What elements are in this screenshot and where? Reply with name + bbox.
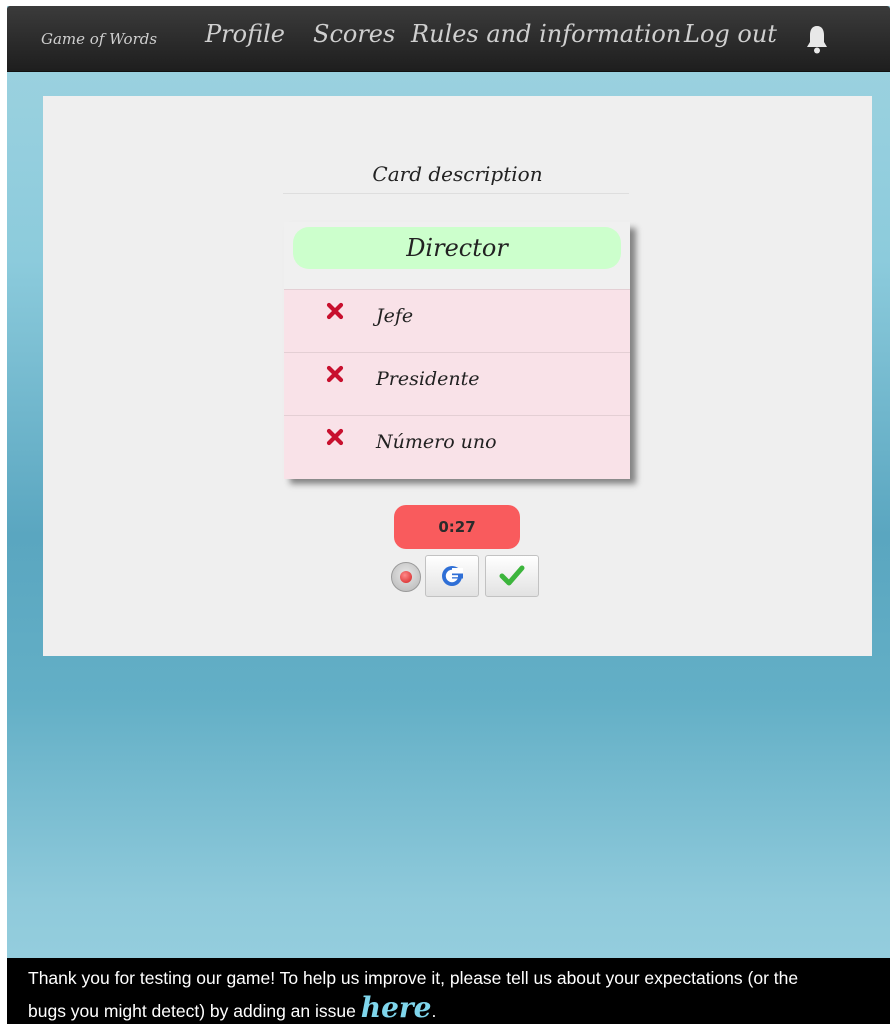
feedback-footer: Thank you for testing our game! To help … <box>7 958 890 1024</box>
issue-link[interactable]: here <box>361 991 432 1024</box>
forbidden-word-row: Jefe <box>284 289 630 352</box>
footer-message: Thank you for testing our game! To help … <box>28 964 818 1026</box>
cross-icon <box>326 428 344 446</box>
target-word: Director <box>293 227 621 269</box>
bell-icon[interactable] <box>805 24 829 54</box>
nav-rules-and-information[interactable]: Rules and information <box>411 20 681 48</box>
record-button[interactable] <box>391 562 421 592</box>
word-card: Director Jefe Presidente Número uno <box>284 222 630 479</box>
record-icon <box>400 571 412 583</box>
refresh-icon <box>442 566 463 586</box>
card-description-heading: Card description <box>372 162 543 186</box>
confirm-button[interactable] <box>485 555 539 597</box>
footer-period: . <box>431 1001 437 1021</box>
brand-link[interactable]: Game of Words <box>41 30 157 48</box>
reset-button[interactable] <box>425 555 479 597</box>
page-background: Game of Words Profile Scores Rules and i… <box>7 6 890 1024</box>
game-panel: Card description Director Jefe President… <box>43 96 872 656</box>
forbidden-word: Jefe <box>376 305 414 327</box>
forbidden-word: Presidente <box>376 368 480 390</box>
cross-icon <box>326 302 344 320</box>
forbidden-word-row: Presidente <box>284 352 630 415</box>
heading-divider <box>283 193 629 194</box>
forbidden-word-row: Número uno <box>284 415 630 479</box>
nav-profile[interactable]: Profile <box>205 20 285 48</box>
top-navbar: Game of Words Profile Scores Rules and i… <box>7 6 890 72</box>
checkmark-icon <box>499 565 525 586</box>
countdown-timer: 0:27 <box>394 505 520 549</box>
nav-scores[interactable]: Scores <box>313 20 395 48</box>
forbidden-word: Número uno <box>376 431 497 453</box>
cross-icon <box>326 365 344 383</box>
nav-log-out[interactable]: Log out <box>684 20 777 48</box>
